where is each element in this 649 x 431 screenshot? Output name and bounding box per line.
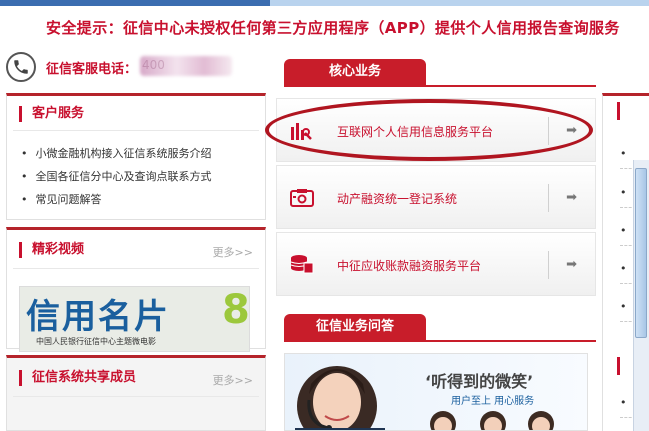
hotline-label: 征信客服电话： [46,62,138,77]
video-thumbnail[interactable]: 信用名片 8 中国人民银行征信中心主题微电影 [19,286,250,352]
members-more-link[interactable]: 更多>> [213,372,253,388]
customer-service-panel: 客户服务 小微金融机构接入征信系统服务介绍 全国各征信分中心及查询点联系方式 常… [6,93,266,220]
panel-divider [13,268,259,269]
video-title: 精彩视频 [19,242,84,258]
video-panel: 精彩视频 更多>> 信用名片 8 中国人民银行征信中心主题微电影 [6,227,266,352]
arrow-right-icon[interactable]: ➡ [566,190,577,205]
video-thumb-decoration: 8 [222,287,250,333]
right-panel-marker [617,102,620,120]
tab-underline [284,340,596,342]
service-separator [548,184,549,212]
panel-divider [13,396,259,397]
phone-icon [6,52,36,82]
customer-service-list: 小微金融机构接入征信系统服务介绍 全国各征信分中心及查询点联系方式 常见问题解答 [21,142,212,211]
right-bullet: • [620,224,627,237]
right-bullet: • [620,186,627,199]
video-thumb-subtitle: 中国人民银行征信中心主题微电影 [36,337,156,346]
list-item[interactable]: 小微金融机构接入征信系统服务介绍 [21,142,212,165]
right-bullet: • [620,147,627,160]
list-item[interactable]: 全国各征信分中心及查询点联系方式 [21,165,212,188]
right-panel-marker [617,357,620,375]
banner-quote: ‘听得到的微笑’ [425,372,534,391]
service-label: 动产融资统一登记系统 [337,192,458,206]
top-bar-highlight [270,0,649,6]
coins-icon [290,253,314,274]
service-label: 中征应收账款融资服务平台 [337,259,482,273]
members-title: 征信系统共享成员 [19,370,136,386]
security-alert: 安全提示：征信中心未授权任何第三方应用程序（APP）提供个人信用报告查询服务 [46,19,620,37]
tab-underline [284,85,596,87]
registry-icon [290,188,314,207]
tab-credit-qa[interactable]: 征信业务问答 [284,314,426,340]
right-bullet: • [620,396,627,409]
service-banner[interactable]: ‘听得到的微笑’ 用户至上 用心服务 [284,353,588,431]
right-bullet: • [620,262,627,275]
panel-divider [13,130,259,131]
arrow-right-icon[interactable]: ➡ [566,257,577,272]
highlight-annotation [265,99,593,161]
banner-slogan: 用户至上 用心服务 [451,396,535,407]
hotline-number: 400 [142,58,165,72]
right-bullet: • [620,300,627,313]
service-separator [548,251,549,279]
video-more-link[interactable]: 更多>> [213,244,253,260]
service-item-receivables-platform[interactable]: 中征应收账款融资服务平台 ➡ [276,232,596,296]
members-panel: 征信系统共享成员 更多>> [6,355,266,431]
scrollbar-thumb[interactable] [635,168,647,338]
tab-core-business[interactable]: 核心业务 [284,59,426,85]
video-thumb-title: 信用名片 [26,297,170,337]
customer-service-title: 客户服务 [19,106,84,122]
service-item-movable-registry[interactable]: 动产融资统一登记系统 ➡ [276,165,596,229]
list-item[interactable]: 常见问题解答 [21,188,212,211]
